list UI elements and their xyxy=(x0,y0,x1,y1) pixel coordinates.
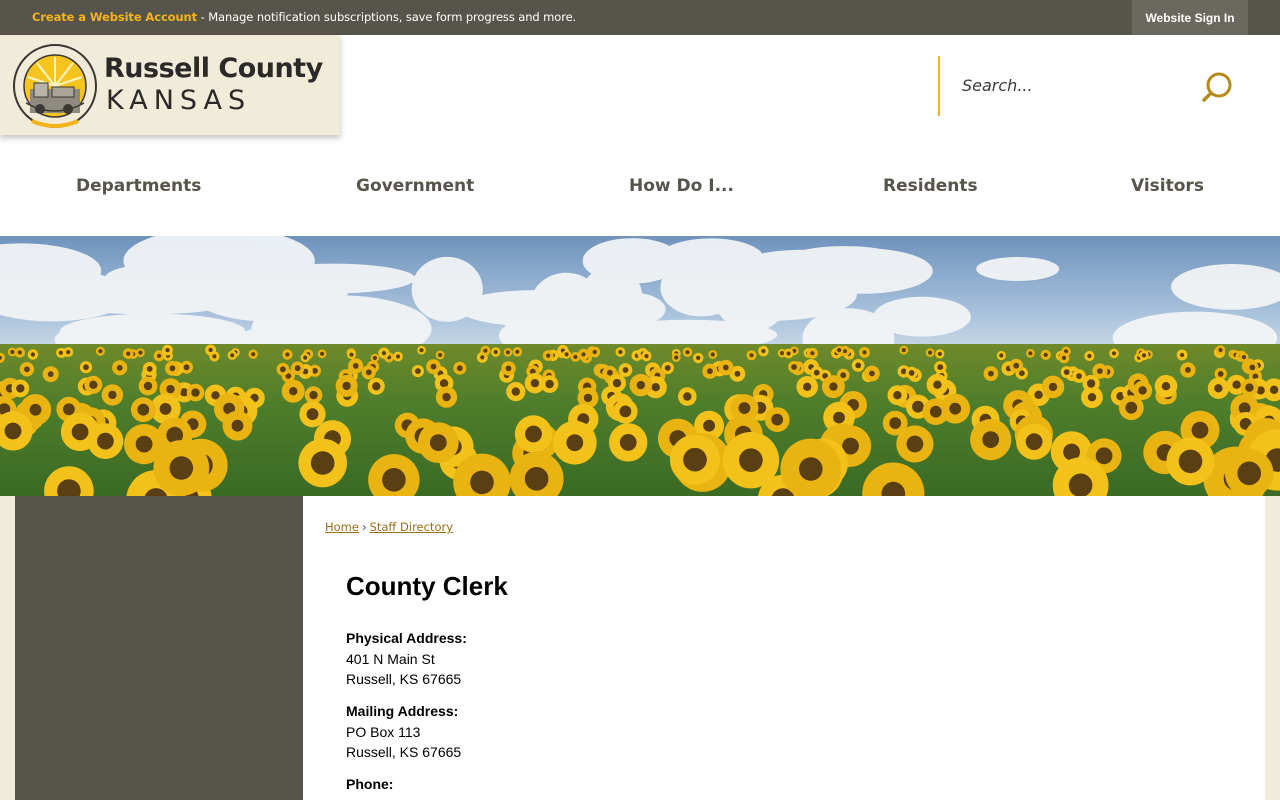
logo-county-name: Russell County xyxy=(104,53,323,84)
phone-label: Phone: xyxy=(346,776,394,792)
mailing-address-block: Mailing Address: PO Box 113 Russell, KS … xyxy=(346,701,461,763)
create-account-link[interactable]: Create a Website Account xyxy=(32,10,197,24)
search-box xyxy=(938,56,1238,116)
phone-block: Phone: xyxy=(346,774,393,795)
sidebar xyxy=(15,496,303,800)
nav-departments[interactable]: Departments xyxy=(76,176,201,196)
physical-address-line2: Russell, KS 67665 xyxy=(346,671,462,687)
page-frame-right xyxy=(1265,496,1280,800)
main-nav: Departments Government How Do I... Resid… xyxy=(0,160,1280,214)
nav-residents[interactable]: Residents xyxy=(883,176,978,196)
physical-address-label: Physical Address: xyxy=(346,630,467,646)
mailing-address-line2: Russell, KS 67665 xyxy=(346,744,462,760)
logo-state-name: KANSAS xyxy=(106,85,252,116)
mailing-address-line1: PO Box 113 xyxy=(346,723,421,740)
nav-government[interactable]: Government xyxy=(356,176,474,196)
website-sign-in-button[interactable]: Website Sign In xyxy=(1132,0,1248,35)
nav-visitors[interactable]: Visitors xyxy=(1131,176,1204,196)
breadcrumb: Home › Staff Directory xyxy=(325,520,453,534)
search-input[interactable] xyxy=(962,70,1182,100)
account-message-text: - Manage notification subscriptions, sav… xyxy=(197,10,577,24)
mailing-address-label: Mailing Address: xyxy=(346,703,459,719)
breadcrumb-home-link[interactable]: Home xyxy=(325,520,359,534)
page-frame-left xyxy=(0,496,15,800)
nav-how-do-i[interactable]: How Do I... xyxy=(629,176,734,196)
site-logo[interactable]: Russell County KANSAS xyxy=(0,35,340,135)
sunflower-banner-image xyxy=(0,236,1280,496)
physical-address-block: Physical Address: 401 N Main St Russell,… xyxy=(346,628,467,690)
breadcrumb-staff-directory-link[interactable]: Staff Directory xyxy=(370,520,453,534)
main-content: Home › Staff Directory County Clerk Physic… xyxy=(303,496,1265,800)
breadcrumb-separator: › xyxy=(361,520,367,534)
county-seal-logo xyxy=(13,44,97,128)
search-icon xyxy=(1202,72,1232,102)
search-button[interactable] xyxy=(1200,70,1236,104)
physical-address-line1: 401 N Main St xyxy=(346,650,435,667)
page-title: County Clerk xyxy=(346,571,508,601)
account-message: Create a Website Account - Manage notifi… xyxy=(32,10,576,24)
top-bar: Create a Website Account - Manage notifi… xyxy=(0,0,1280,35)
